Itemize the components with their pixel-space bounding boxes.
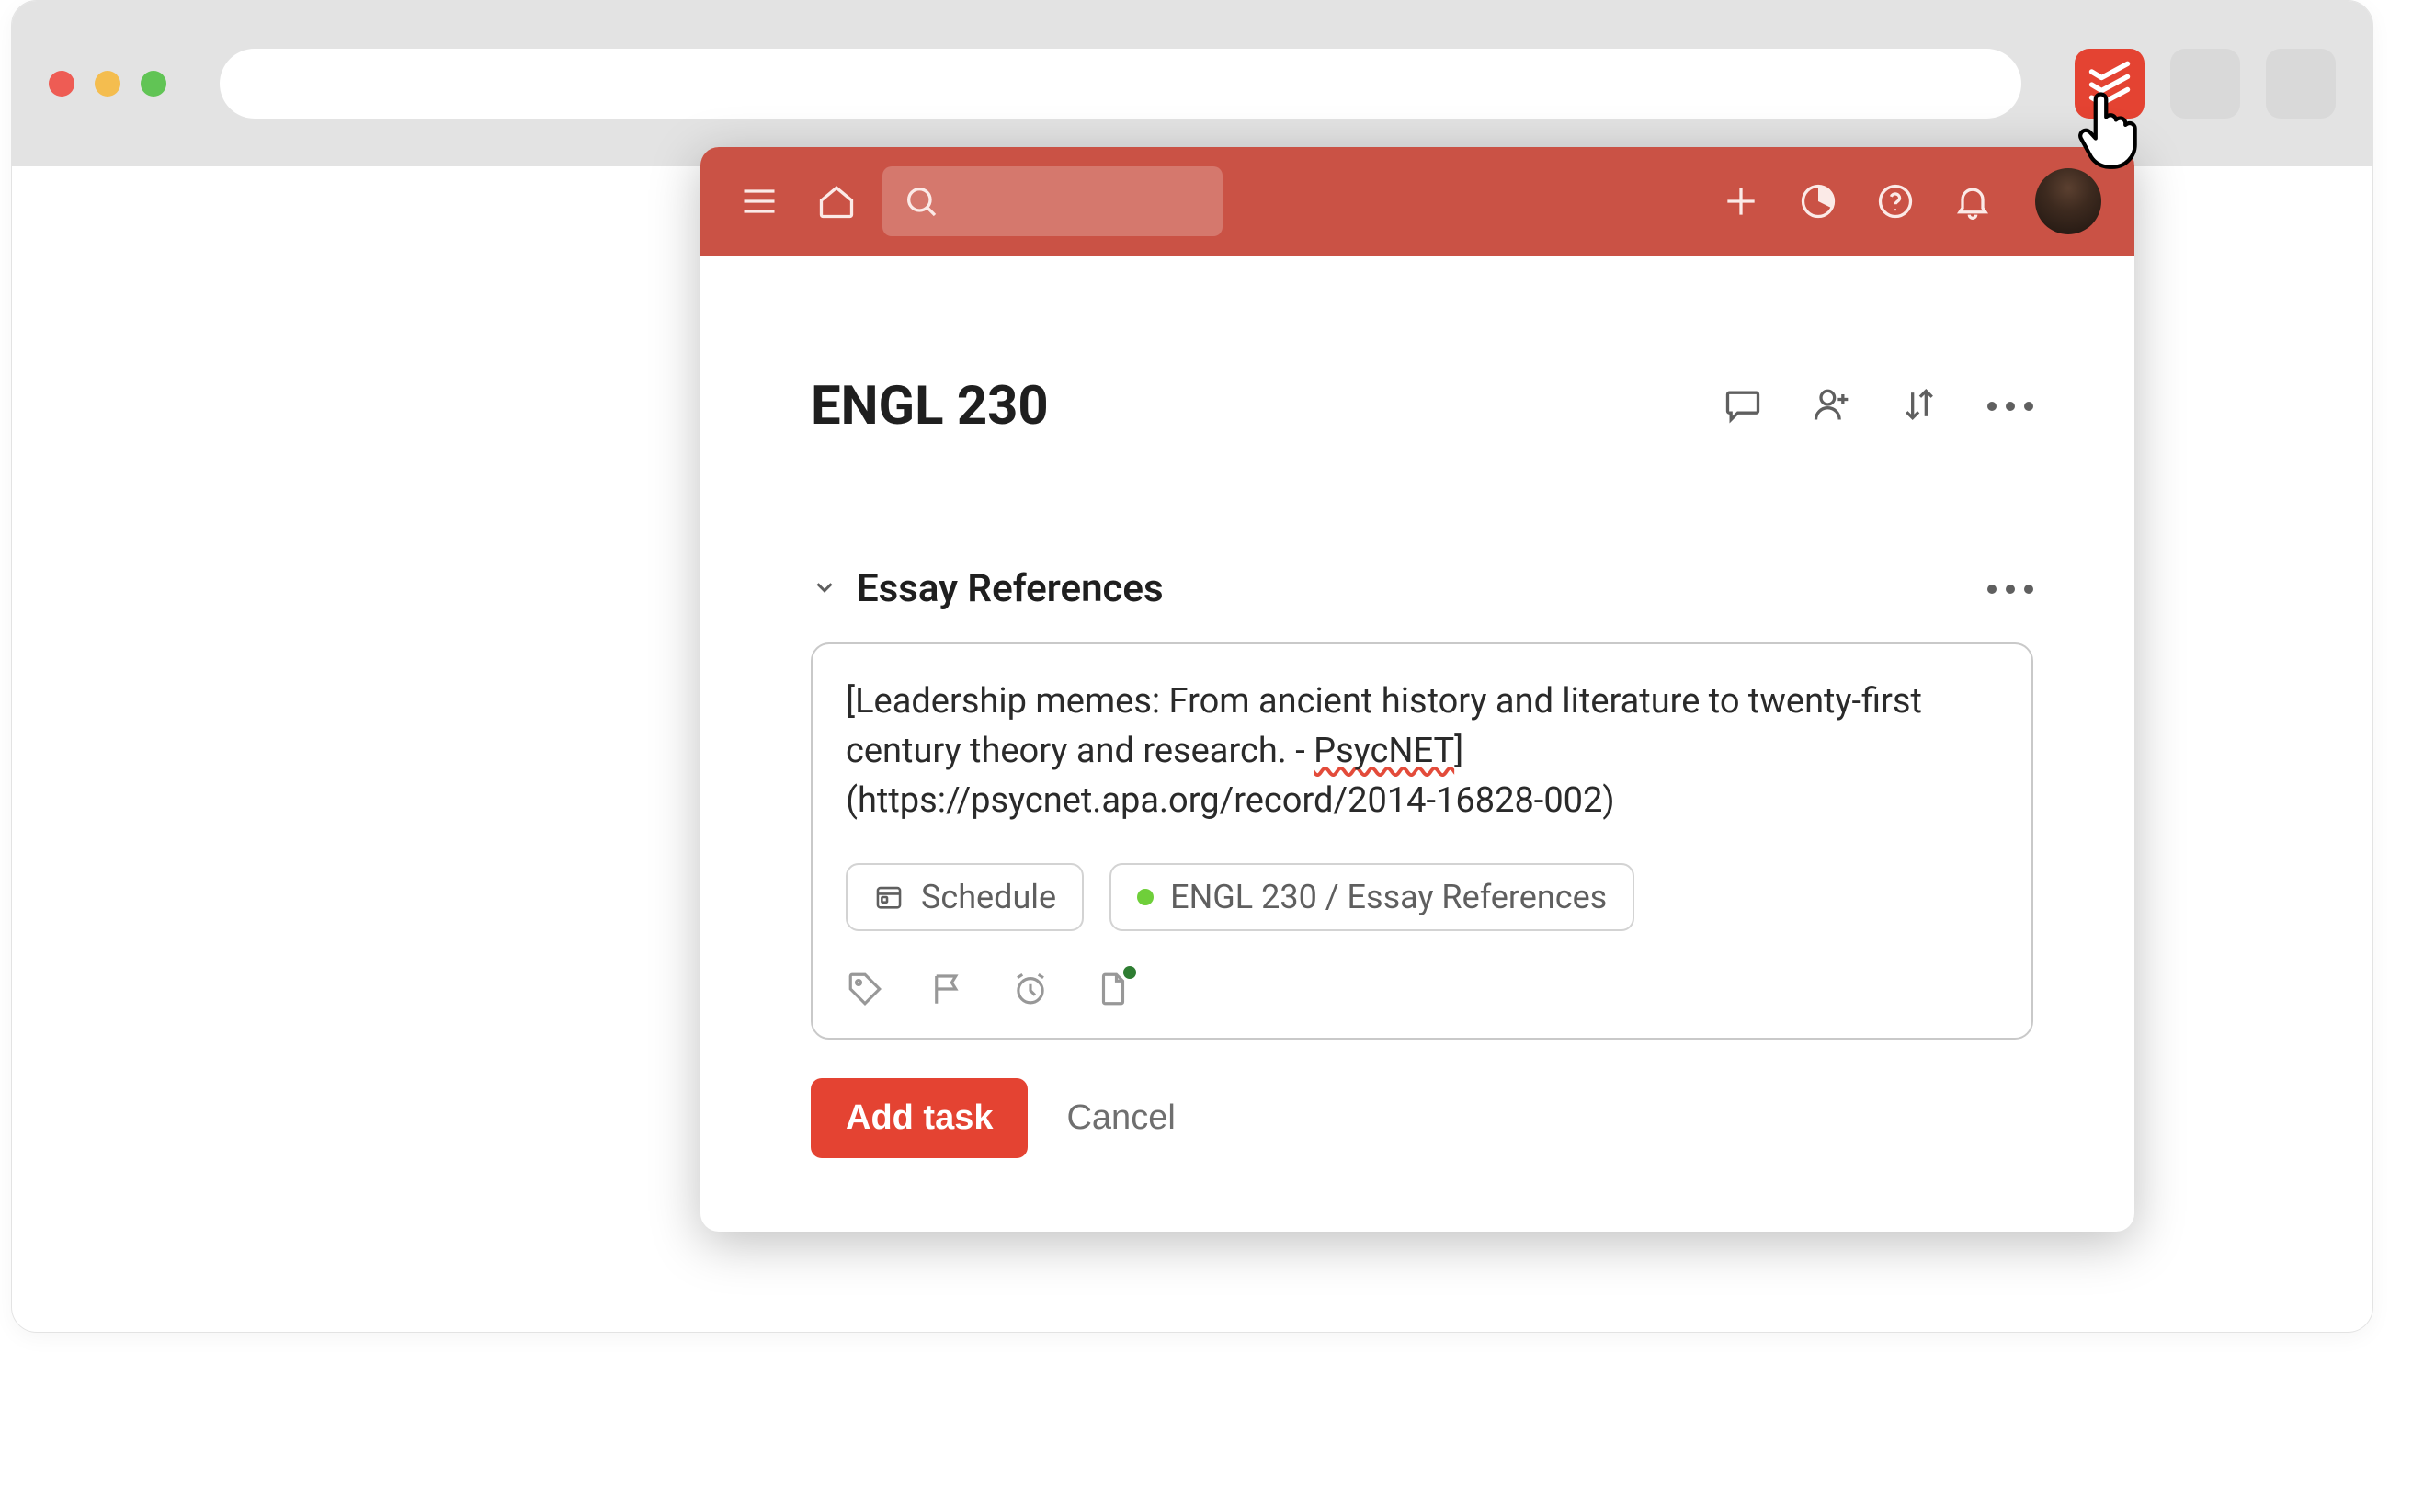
project-title: ENGL 230	[811, 375, 1049, 438]
schedule-chip[interactable]: Schedule	[846, 863, 1084, 931]
attachment-indicator-dot	[1123, 966, 1136, 979]
menu-icon[interactable]	[734, 176, 785, 227]
browser-toolbar	[12, 1, 2372, 166]
reminder-icon[interactable]	[1011, 970, 1050, 1012]
section-more-icon[interactable]	[1987, 585, 2033, 594]
section-title: Essay References	[857, 566, 1164, 611]
attachment-icon[interactable]	[1094, 970, 1132, 1012]
user-avatar[interactable]	[2035, 168, 2101, 234]
close-window-button[interactable]	[49, 71, 74, 97]
priority-flag-icon[interactable]	[928, 970, 967, 1012]
extension-placeholder-1[interactable]	[2170, 49, 2240, 119]
search-input[interactable]	[882, 166, 1223, 236]
productivity-icon[interactable]	[1792, 176, 1844, 227]
home-icon[interactable]	[811, 176, 862, 227]
share-icon[interactable]	[1811, 384, 1851, 428]
sort-icon[interactable]	[1899, 384, 1940, 428]
section-header: Essay References	[811, 566, 2033, 611]
help-icon[interactable]	[1870, 176, 1921, 227]
add-task-button[interactable]: Add task	[811, 1078, 1028, 1158]
chevron-down-icon[interactable]	[811, 574, 838, 605]
task-editor: [Leadership memes: From ancient history …	[811, 642, 2033, 1040]
window-controls	[49, 71, 166, 97]
quick-add-icon[interactable]	[1715, 176, 1767, 227]
project-chip[interactable]: ENGL 230 / Essay References	[1109, 863, 1634, 931]
project-chip-label: ENGL 230 / Essay References	[1170, 878, 1607, 916]
maximize-window-button[interactable]	[141, 71, 166, 97]
pointer-cursor-icon	[2076, 87, 2149, 170]
app-header	[700, 147, 2134, 256]
schedule-label: Schedule	[921, 878, 1056, 916]
task-input[interactable]: [Leadership memes: From ancient history …	[846, 677, 1998, 826]
todoist-popup: ENGL 230 Essay References	[700, 147, 2134, 1232]
label-icon[interactable]	[846, 970, 884, 1012]
notifications-icon[interactable]	[1947, 176, 1998, 227]
more-icon[interactable]	[1987, 402, 2033, 411]
project-header: ENGL 230	[811, 375, 2033, 438]
extension-placeholder-2[interactable]	[2266, 49, 2336, 119]
address-bar[interactable]	[220, 49, 2021, 119]
content-area: ENGL 230 Essay References	[700, 256, 2134, 1232]
project-color-dot	[1137, 889, 1154, 905]
comment-icon[interactable]	[1723, 384, 1763, 428]
minimize-window-button[interactable]	[95, 71, 120, 97]
cancel-button[interactable]: Cancel	[1066, 1098, 1175, 1138]
